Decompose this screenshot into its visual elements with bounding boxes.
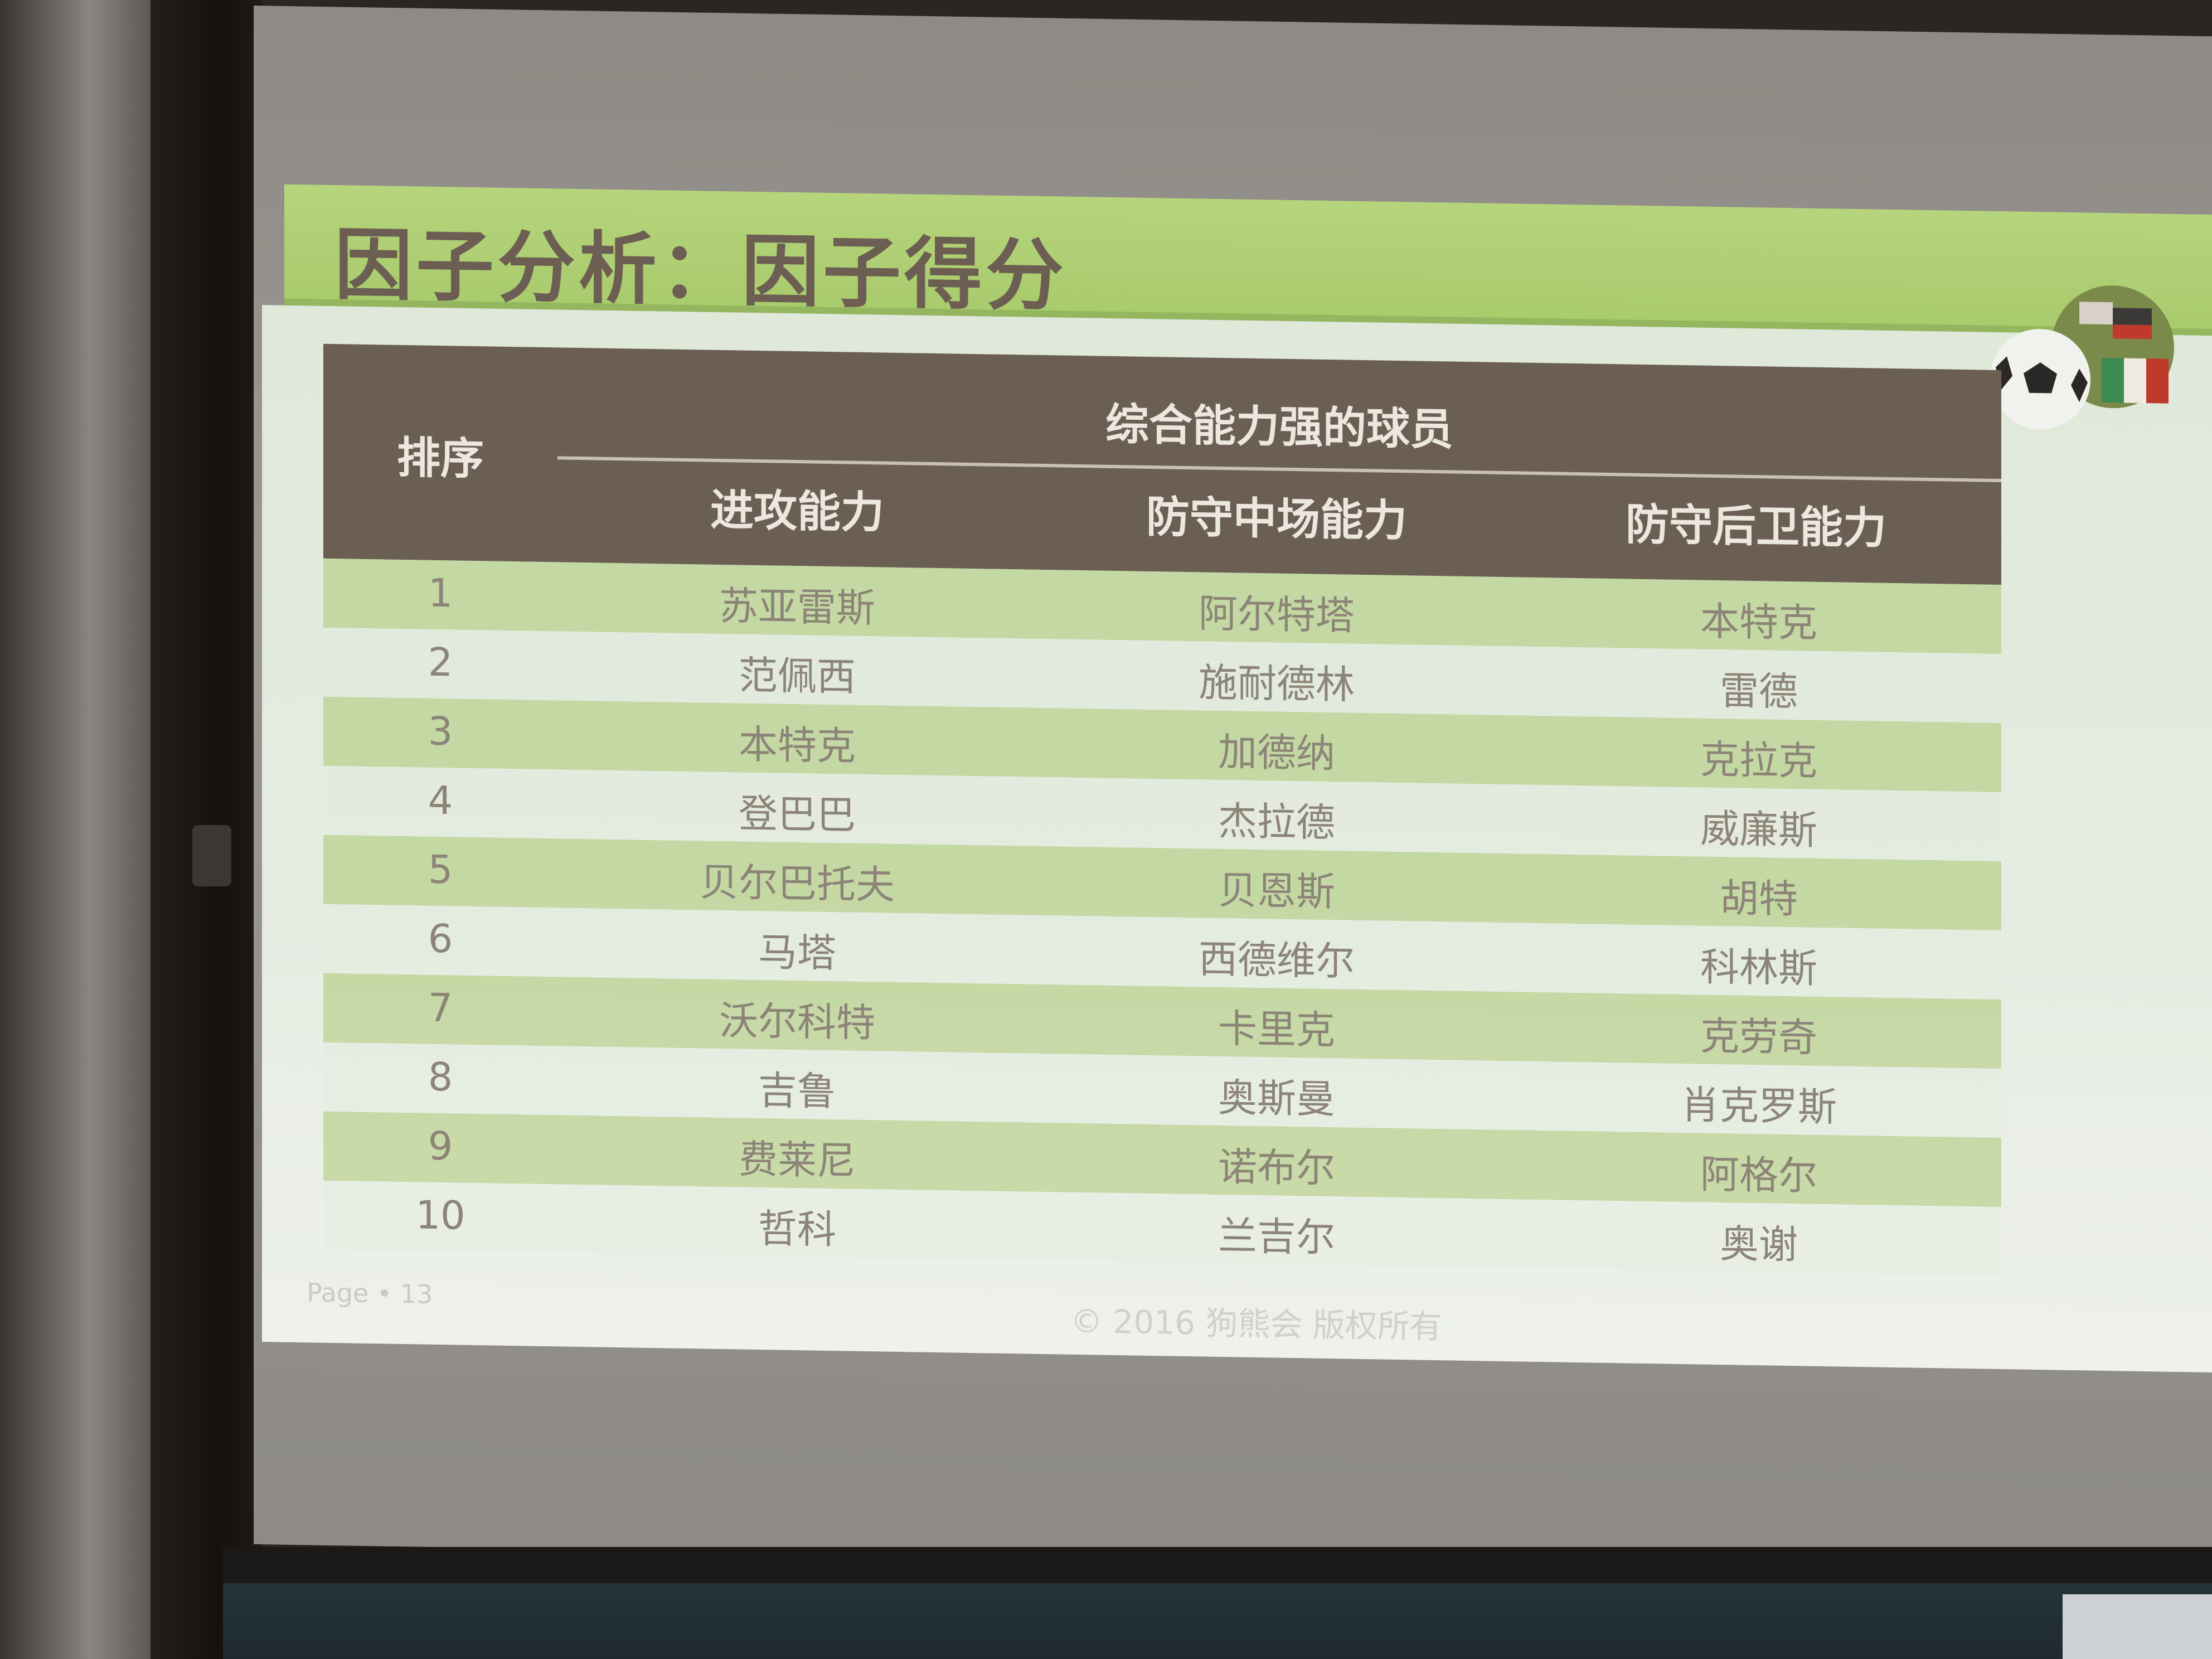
header-midfield: 防守中场能力 <box>1146 492 1407 547</box>
midfield-cell: 奥斯曼 <box>1218 1074 1335 1123</box>
midfield-cell: 加德纳 <box>1218 729 1335 777</box>
defense-cell: 克劳奇 <box>1700 1013 1817 1061</box>
room-right-wall <box>2063 1594 2212 1659</box>
attack-cell: 沃尔科特 <box>719 997 875 1046</box>
rank-cell: 8 <box>428 1054 453 1100</box>
defense-cell: 奥谢 <box>1720 1221 1798 1268</box>
midfield-cell: 施耐德林 <box>1199 659 1355 708</box>
attack-cell: 苏亚雷斯 <box>719 583 875 632</box>
attack-cell: 吉鲁 <box>758 1067 836 1115</box>
attack-cell: 登巴巴 <box>739 790 856 838</box>
defense-cell: 胡特 <box>1720 875 1798 923</box>
copyright: © 2016 狗熊会 版权所有 <box>1070 1302 1442 1346</box>
room-floor <box>223 1583 2212 1659</box>
attack-cell: 范佩西 <box>739 652 856 700</box>
defense-cell: 肖克罗斯 <box>1681 1081 1837 1131</box>
defense-cell: 威廉斯 <box>1700 806 1817 853</box>
attack-cell: 本特克 <box>739 721 856 769</box>
defense-cell: 雷德 <box>1720 668 1798 715</box>
rank-cell: 4 <box>428 777 453 824</box>
header-group: 综合能力强的球员 <box>1105 399 1453 455</box>
defense-cell: 克拉克 <box>1700 736 1817 784</box>
classroom-wall <box>0 0 151 1659</box>
attack-cell: 贝尔巴托夫 <box>700 859 895 908</box>
table-header: 排序 综合能力强的球员 进攻能力 防守中场能力 防守后卫能力 <box>323 343 2001 585</box>
header-rank: 排序 <box>396 433 484 485</box>
rank-cell: 6 <box>428 915 453 962</box>
header-defense: 防守后卫能力 <box>1625 499 1886 554</box>
attack-cell: 马塔 <box>758 929 836 977</box>
attack-cell: 费莱尼 <box>739 1136 856 1184</box>
midfield-cell: 西德维尔 <box>1199 936 1355 984</box>
rank-cell: 9 <box>428 1123 453 1170</box>
midfield-cell: 杰拉德 <box>1218 798 1335 846</box>
attack-cell: 哲科 <box>758 1205 836 1253</box>
rank-cell: 10 <box>415 1192 465 1239</box>
midfield-cell: 阿尔特塔 <box>1199 590 1355 639</box>
page-number: Page • 13 <box>307 1277 433 1309</box>
header-attack: 进攻能力 <box>710 485 884 539</box>
frame-hinge <box>192 825 231 886</box>
midfield-cell: 诺布尔 <box>1218 1143 1335 1192</box>
rank-cell: 2 <box>428 639 453 686</box>
rank-cell: 7 <box>428 984 453 1031</box>
slide: 因子分析：因子得分 排序 综合能力强的球员 进攻能力 防守中场能力 防守后卫能力… <box>262 184 2212 1374</box>
midfield-cell: 卡里克 <box>1218 1005 1335 1054</box>
rank-cell: 3 <box>428 708 453 755</box>
midfield-cell: 贝恩斯 <box>1218 867 1335 915</box>
page-title: 因子分析：因子得分 <box>334 220 1068 322</box>
defense-cell: 阿格尔 <box>1700 1151 1817 1199</box>
midfield-cell: 兰吉尔 <box>1218 1212 1335 1261</box>
rank-cell: 5 <box>428 846 453 893</box>
defense-cell: 科林斯 <box>1700 944 1817 992</box>
rank-cell: 1 <box>428 570 453 617</box>
soccer-ball-icon <box>1990 285 2174 430</box>
defense-cell: 本特克 <box>1700 598 1817 646</box>
table-body: 1 苏亚雷斯 阿尔特塔 本特克 2 范佩西 施耐德林 雷德 3 本特克 加德纳 … <box>323 558 2001 1277</box>
